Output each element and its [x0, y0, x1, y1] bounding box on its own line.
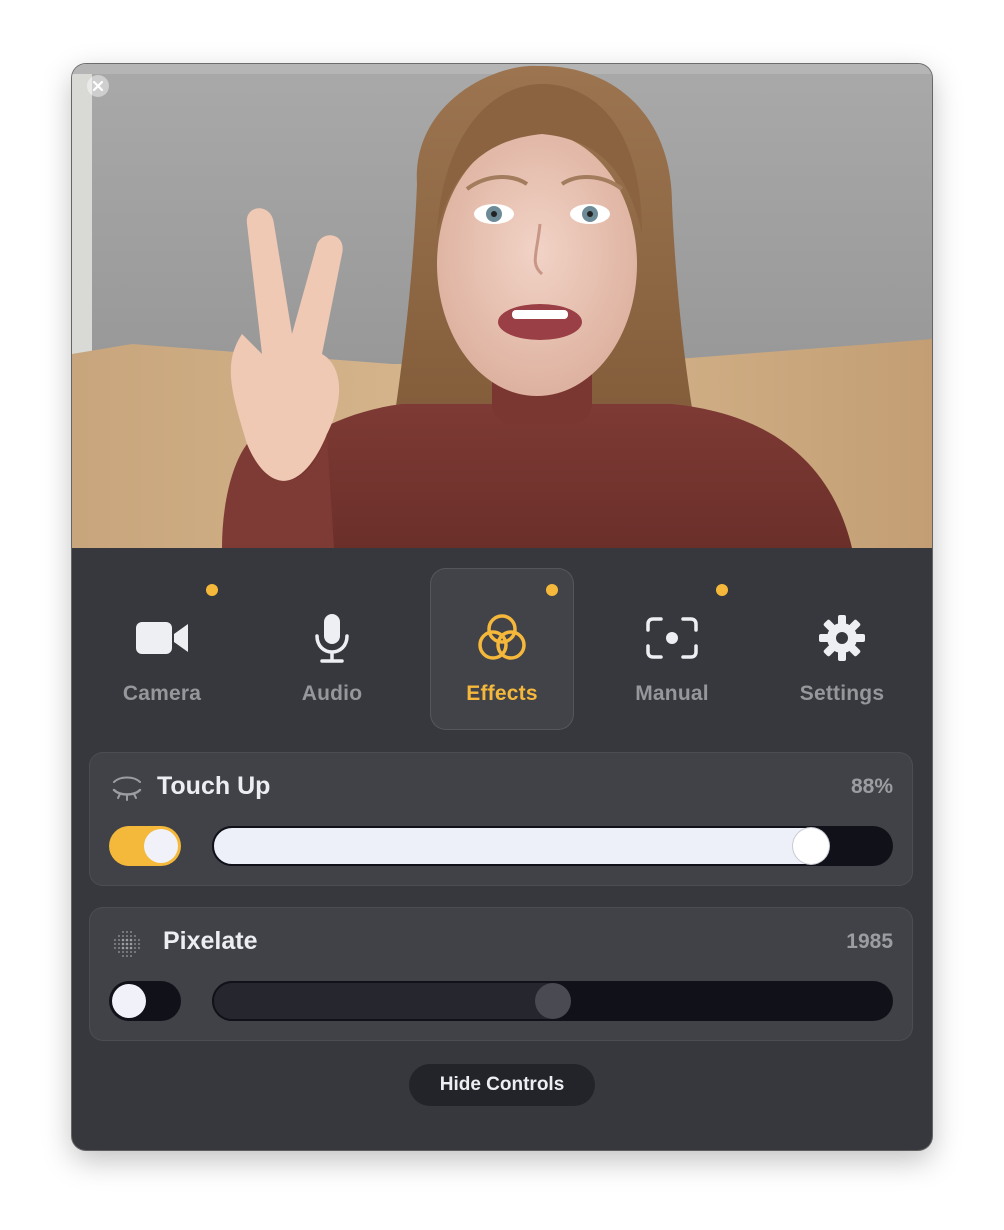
- pixel-dot: [126, 955, 128, 957]
- tab-bar: Camera Audio Effects Manual Settings: [72, 548, 932, 748]
- closed-eye-icon: [111, 776, 143, 802]
- slider-thumb[interactable]: [535, 983, 571, 1019]
- microphone-icon: [302, 612, 362, 664]
- pixel-dot: [122, 935, 124, 937]
- pixel-dot: [114, 943, 116, 945]
- pixel-dot: [118, 951, 120, 953]
- camera-preview: [72, 64, 932, 548]
- tab-effects-label: Effects: [466, 682, 538, 705]
- pixel-dots-icon: [111, 931, 143, 957]
- pixel-dot: [121, 946, 125, 950]
- slider-thumb[interactable]: [793, 828, 829, 864]
- touch-up-value: 88%: [850, 775, 893, 798]
- pixel-dot: [126, 951, 128, 953]
- pixel-dot: [125, 938, 129, 942]
- pixelate-title: Pixelate: [163, 927, 258, 955]
- manual-focus-icon: [642, 612, 702, 664]
- tab-manual-label: Manual: [635, 682, 709, 705]
- pixel-dot: [130, 931, 132, 933]
- video-camera-icon: [132, 612, 192, 664]
- pixel-dot: [118, 943, 120, 945]
- pixel-dot: [126, 931, 128, 933]
- pixel-dot: [138, 939, 140, 941]
- slider-fill: [212, 826, 829, 866]
- pixel-dot: [125, 942, 129, 946]
- pixel-dot: [121, 942, 125, 946]
- hide-controls-button[interactable]: Hide Controls: [409, 1064, 595, 1106]
- tab-manual-indicator-dot: [716, 584, 728, 596]
- close-button[interactable]: [87, 75, 109, 97]
- tab-effects[interactable]: Effects: [430, 568, 574, 730]
- slider-fill: [212, 981, 571, 1021]
- tab-audio-label: Audio: [301, 682, 363, 705]
- pixel-dot: [118, 947, 120, 949]
- webcam-controls-window: Camera Audio Effects Manual Settings Tou…: [72, 64, 932, 1150]
- tab-camera-label: Camera: [122, 682, 202, 705]
- touch-up-slider[interactable]: [212, 826, 893, 866]
- touch-up-toggle[interactable]: [109, 826, 181, 866]
- pixel-dot: [129, 938, 133, 942]
- tab-effects-indicator-dot: [546, 584, 558, 596]
- pixel-dot: [122, 951, 124, 953]
- pixelate-panel: Pixelate 1985: [89, 907, 913, 1041]
- effects-circles-icon: [472, 612, 532, 664]
- pixel-dot: [118, 939, 120, 941]
- pixel-dot: [122, 955, 124, 957]
- pixel-dot: [118, 935, 120, 937]
- touch-up-panel: Touch Up 88%: [89, 752, 913, 886]
- pixel-dot: [114, 939, 116, 941]
- pixelate-slider[interactable]: [212, 981, 893, 1021]
- tab-settings-label: Settings: [799, 682, 885, 705]
- pixel-dot: [126, 935, 128, 937]
- tab-camera-indicator-dot: [206, 584, 218, 596]
- pixel-dot: [122, 931, 124, 933]
- gear-icon: [812, 612, 872, 664]
- tab-camera[interactable]: Camera: [90, 568, 234, 730]
- pixelate-value: 1985: [846, 930, 893, 953]
- toggle-knob: [112, 984, 146, 1018]
- pixel-dot: [129, 942, 133, 946]
- pixel-dot: [129, 946, 133, 950]
- pixel-dot: [130, 951, 132, 953]
- pixel-dot: [114, 947, 116, 949]
- pixelate-toggle[interactable]: [109, 981, 181, 1021]
- pixel-dot: [134, 935, 136, 937]
- touch-up-title: Touch Up: [157, 772, 271, 800]
- pixel-dot: [125, 946, 129, 950]
- close-icon: [92, 80, 104, 92]
- pixel-dot: [134, 951, 136, 953]
- pixel-dot: [130, 955, 132, 957]
- pixel-dot: [134, 939, 136, 941]
- pixel-dot: [134, 947, 136, 949]
- pixel-dot: [130, 935, 132, 937]
- tab-manual[interactable]: Manual: [600, 568, 744, 730]
- pixel-dot: [138, 943, 140, 945]
- toggle-knob: [144, 829, 178, 863]
- pixel-dot: [138, 947, 140, 949]
- pixel-dot: [134, 943, 136, 945]
- camera-preview-image: [72, 64, 932, 548]
- tab-audio[interactable]: Audio: [260, 568, 404, 730]
- pixel-dot: [121, 938, 125, 942]
- tab-settings[interactable]: Settings: [770, 568, 914, 730]
